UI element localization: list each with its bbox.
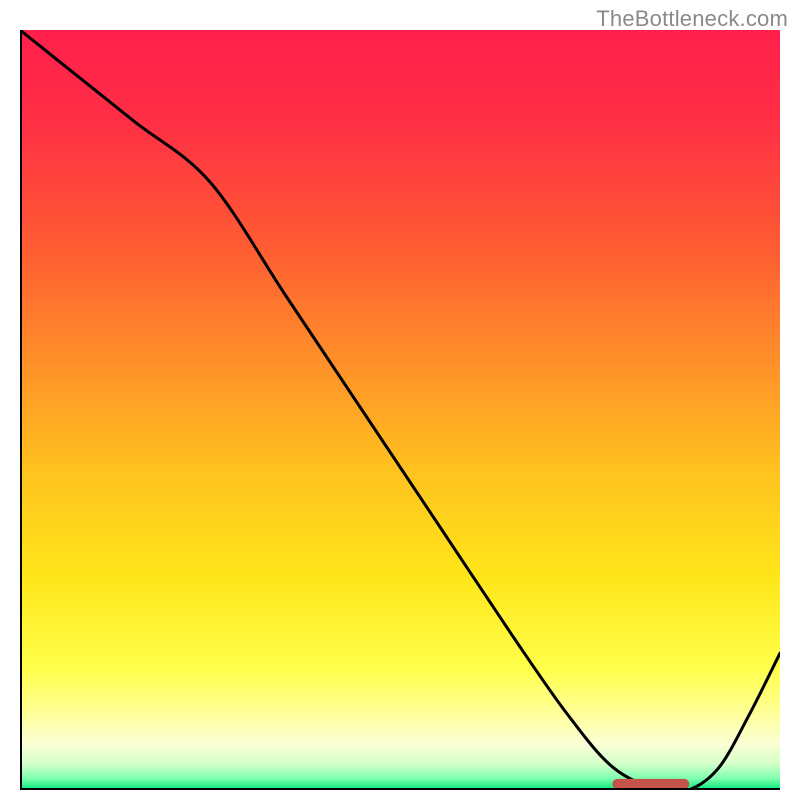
chart-stage: TheBottleneck.com: [0, 0, 800, 800]
optimal-range-rect: [613, 779, 689, 788]
plot-background: [20, 30, 780, 790]
optimal-range-bar: [613, 779, 689, 788]
watermark-text: TheBottleneck.com: [596, 6, 788, 32]
plot-frame: [20, 30, 780, 790]
plot-svg: [20, 30, 780, 790]
